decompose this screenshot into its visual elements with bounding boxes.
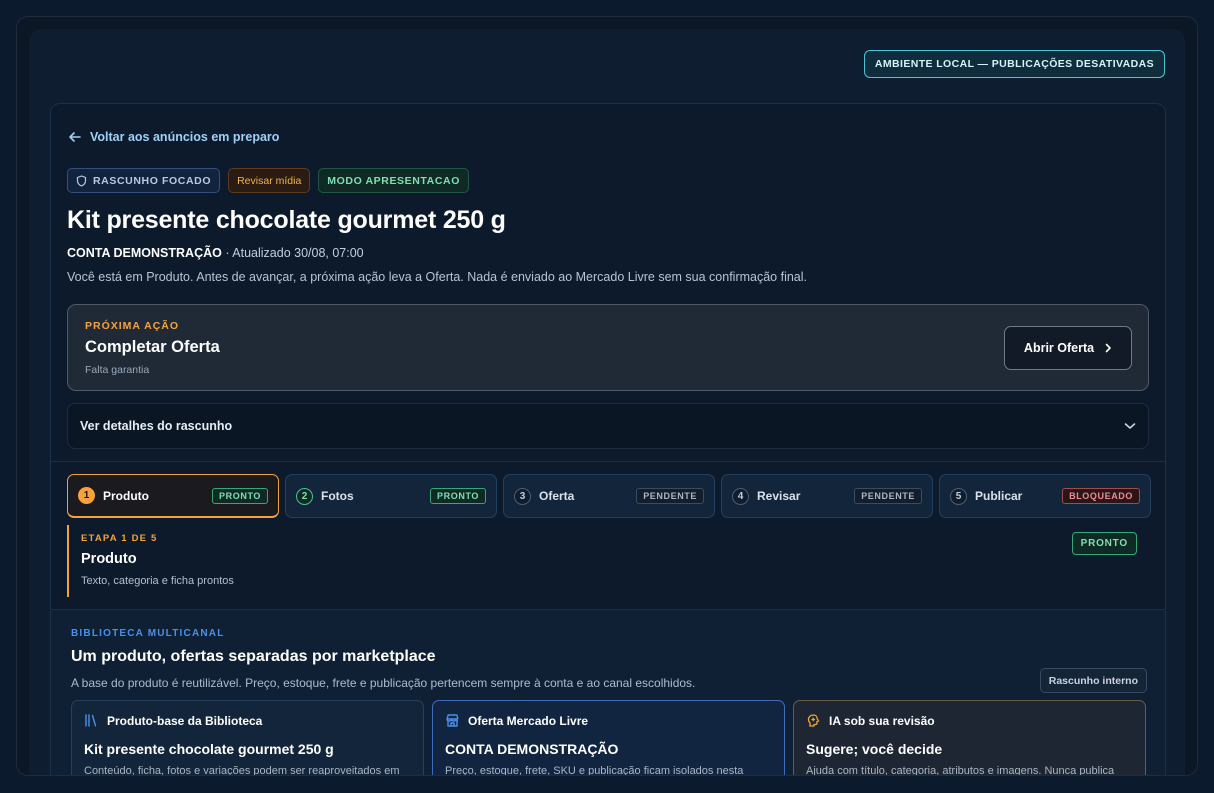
- step-number: 5: [950, 487, 967, 505]
- context-note: Você está em Produto. Antes de avançar, …: [67, 270, 807, 284]
- internal-draft-button[interactable]: Rascunho interno: [1039, 668, 1147, 693]
- step-label: Fotos: [321, 489, 354, 503]
- product-meta: CONTA DEMONSTRAÇÃO · Atualizado 30/08, 0…: [67, 246, 364, 260]
- library-icon: [85, 714, 97, 727]
- card-header: Oferta Mercado Livre: [445, 713, 772, 728]
- next-action-label: PRÓXIMA AÇÃO: [85, 320, 180, 332]
- shield-icon: [76, 174, 87, 187]
- library-cards: Produto-base da Biblioteca Kit presente …: [71, 700, 1146, 776]
- stage-title: Produto: [81, 551, 137, 567]
- step-label: Publicar: [975, 489, 1023, 503]
- step-number: 4: [732, 487, 749, 505]
- step-number: 1: [78, 487, 95, 504]
- library-subtitle: A base do produto é reutilizável. Preço,…: [71, 676, 696, 690]
- status-badge: PENDENTE: [854, 488, 922, 504]
- card-heading: IA sob sua revisão: [829, 713, 935, 728]
- draft-details-label: Ver detalhes do rascunho: [80, 419, 233, 433]
- next-action-title: Completar Oferta: [85, 338, 220, 356]
- card-heading: Oferta Mercado Livre: [468, 713, 589, 728]
- library-card-ai: IA sob sua revisão Sugere; você decide A…: [793, 700, 1146, 776]
- stage-label: ETAPA 1 DE 5: [81, 533, 158, 544]
- ai-brain-icon: [807, 714, 820, 727]
- open-offer-label: Abrir Oferta: [1023, 341, 1095, 355]
- environment-badge: AMBIENTE LOCAL — PUBLICAÇÕES DESATIVADAS: [863, 50, 1165, 78]
- step-number: 3: [514, 487, 531, 505]
- library-card-offer: Oferta Mercado Livre CONTA DEMONSTRAÇÃO …: [432, 700, 785, 776]
- status-badge: BLOQUEADO: [1062, 488, 1140, 504]
- presentation-mode-chip: MODO APRESENTACAO: [318, 168, 469, 193]
- status-chips: RASCUNHO FOCADO Revisar mídia MODO APRES…: [67, 168, 469, 193]
- step-tab-fotos[interactable]: 2 Fotos PRONTO: [285, 474, 497, 518]
- library-label: BIBLIOTECA MULTICANAL: [71, 628, 225, 639]
- account-name: CONTA DEMONSTRAÇÃO: [67, 246, 222, 260]
- step-tab-revisar[interactable]: 4 Revisar PENDENTE: [721, 474, 933, 518]
- step-label: Produto: [103, 488, 149, 503]
- card-text: Preço, estoque, frete, SKU e publicação …: [445, 765, 744, 776]
- card-title: Kit presente chocolate gourmet 250 g: [84, 741, 334, 757]
- status-badge: PENDENTE: [636, 488, 704, 504]
- chevron-right-icon: [1105, 343, 1111, 353]
- step-number: 2: [296, 487, 313, 505]
- back-link-label: Voltar aos anúncios em preparo: [90, 130, 280, 144]
- current-stage: ETAPA 1 DE 5 Produto Texto, categoria e …: [67, 525, 1149, 597]
- card-header: Produto-base da Biblioteca: [84, 713, 411, 728]
- app-window: AMBIENTE LOCAL — PUBLICAÇÕES DESATIVADAS…: [29, 29, 1185, 776]
- divider: [51, 461, 1165, 462]
- card-title: CONTA DEMONSTRAÇÃO: [445, 741, 619, 757]
- step-tab-produto[interactable]: 1 Produto PRONTO: [67, 474, 279, 518]
- step-label: Revisar: [757, 489, 801, 503]
- step-tab-oferta[interactable]: 3 Oferta PENDENTE: [503, 474, 715, 518]
- arrow-left-icon: [69, 132, 81, 142]
- step-tab-publicar[interactable]: 5 Publicar BLOQUEADO: [939, 474, 1151, 518]
- draft-panel: Voltar aos anúncios em preparo RASCUNHO …: [50, 103, 1166, 776]
- back-link[interactable]: Voltar aos anúncios em preparo: [68, 130, 279, 144]
- stage-subtitle: Texto, categoria e ficha prontos: [81, 575, 234, 587]
- card-text: Conteúdo, ficha, fotos e variações podem…: [84, 765, 400, 776]
- stage-status-badge: PRONTO: [1071, 532, 1137, 555]
- status-badge: PRONTO: [212, 487, 268, 504]
- card-text: Ajuda com título, categoria, atributos e…: [806, 765, 1115, 776]
- library-card-base-product: Produto-base da Biblioteca Kit presente …: [71, 700, 424, 776]
- next-action-card: PRÓXIMA AÇÃO Completar Oferta Falta gara…: [67, 304, 1149, 391]
- step-label: Oferta: [539, 489, 575, 503]
- card-title: Sugere; você decide: [806, 741, 943, 757]
- next-action-subtitle: Falta garantia: [85, 364, 150, 376]
- updated-timestamp: · Atualizado 30/08, 07:00: [221, 246, 364, 260]
- chevron-down-icon: [1124, 423, 1136, 429]
- app-frame: AMBIENTE LOCAL — PUBLICAÇÕES DESATIVADAS…: [16, 16, 1198, 776]
- card-heading: Produto-base da Biblioteca: [107, 713, 263, 728]
- step-tabs: 1 Produto PRONTO 2 Fotos PRONTO 3 Oferta…: [67, 474, 1151, 518]
- library-title: Um produto, ofertas separadas por market…: [71, 648, 436, 665]
- store-icon: [446, 714, 459, 727]
- draft-chip-label: RASCUNHO FOCADO: [93, 174, 212, 187]
- card-header: IA sob sua revisão: [806, 713, 1133, 728]
- draft-chip: RASCUNHO FOCADO: [67, 168, 221, 193]
- multichannel-library: BIBLIOTECA MULTICANAL Um produto, oferta…: [51, 610, 1165, 776]
- page-title: Kit presente chocolate gourmet 250 g: [67, 206, 506, 234]
- status-badge: PRONTO: [430, 488, 486, 504]
- draft-details-toggle[interactable]: Ver detalhes do rascunho: [67, 403, 1149, 449]
- open-offer-button[interactable]: Abrir Oferta: [1004, 326, 1132, 370]
- review-media-chip[interactable]: Revisar mídia: [228, 168, 311, 193]
